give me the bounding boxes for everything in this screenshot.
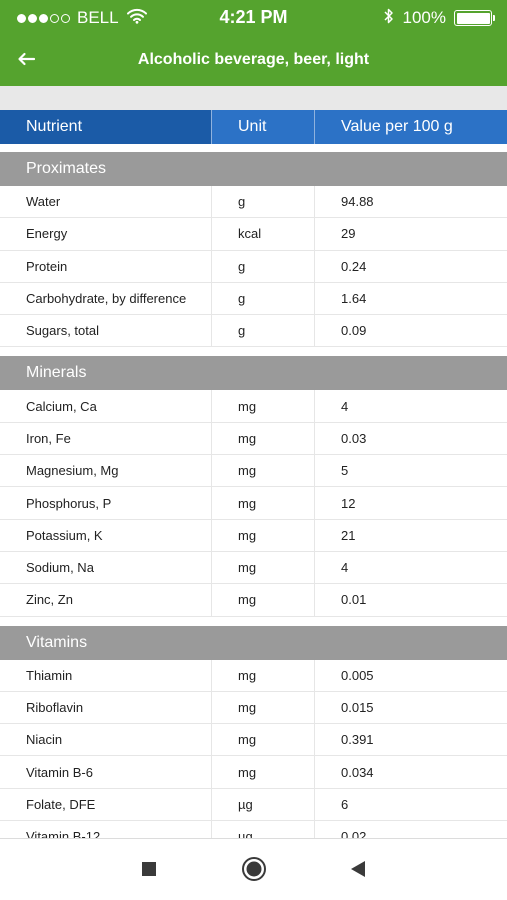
nutrient-unit: mg xyxy=(211,659,314,691)
battery-percent: 100% xyxy=(402,8,446,27)
table-row[interactable]: Phosphorus, P mg 12 xyxy=(0,487,507,520)
nutrient-value: 94.88 xyxy=(314,186,507,218)
table-header: Nutrient Unit Value per 100 g xyxy=(0,110,507,144)
nutrient-unit: g xyxy=(211,315,314,347)
section-divider xyxy=(0,616,507,626)
nutrient-name: Thiamin xyxy=(26,667,73,683)
nutrient-name: Vitamin B-12 xyxy=(26,829,101,838)
nutrient-value: 4 xyxy=(314,390,507,422)
nutrient-name: Potassium, K xyxy=(26,527,103,543)
battery-icon xyxy=(454,10,495,26)
nutrient-unit: mg xyxy=(211,422,314,455)
page-title: Alcoholic beverage, beer, light xyxy=(137,51,370,68)
back-arrow-icon xyxy=(17,52,36,71)
nutrient-value: 0.09 xyxy=(314,315,507,347)
table-row[interactable]: Protein g 0.24 xyxy=(0,250,507,283)
bluetooth-icon xyxy=(383,7,395,30)
nutrient-unit: µg xyxy=(211,821,314,838)
table-row[interactable]: Calcium, Ca mg 4 xyxy=(0,390,507,423)
status-bar: BELL 4:21 PM 100% xyxy=(0,0,507,36)
navigation-bar xyxy=(0,838,507,900)
nutrient-name: Iron, Fe xyxy=(26,430,71,446)
table-row[interactable]: Vitamin B-12 µg 0.02 xyxy=(0,821,507,838)
table-row[interactable]: Energy kcal 29 xyxy=(0,218,507,251)
nutrient-unit: mg xyxy=(211,691,314,724)
nutrient-value: 0.005 xyxy=(314,659,507,691)
table-row[interactable]: Sodium, Na mg 4 xyxy=(0,551,507,585)
nutrient-name: Protein xyxy=(26,258,68,274)
nutrient-unit: mg xyxy=(211,519,314,551)
table-row[interactable]: Carbohydrate, by difference g 1.64 xyxy=(0,282,507,316)
nutrient-unit: mg xyxy=(211,724,314,756)
table-row[interactable]: Iron, Fe mg 0.03 xyxy=(0,422,507,456)
nutrient-value: 0.02 xyxy=(314,821,507,838)
nutrient-value: 1.64 xyxy=(314,282,507,315)
table-row[interactable]: Niacin mg 0.391 xyxy=(0,724,507,757)
table-row[interactable]: Potassium, K mg 21 xyxy=(0,519,507,552)
column-header-unit[interactable]: Unit xyxy=(211,110,314,144)
triangle-back-icon xyxy=(350,860,366,883)
home-button[interactable] xyxy=(238,855,270,887)
nutrient-name: Sugars, total xyxy=(26,323,99,339)
nutrient-unit: g xyxy=(211,250,314,282)
column-header-value[interactable]: Value per 100 g xyxy=(314,110,507,144)
nutrient-name: Phosphorus, P xyxy=(26,495,112,511)
nutrient-unit: g xyxy=(211,282,314,315)
nutrient-value: 6 xyxy=(314,788,507,821)
nutrient-name: Water xyxy=(26,194,61,210)
nutrient-name: Magnesium, Mg xyxy=(26,463,119,479)
header-spacer xyxy=(0,86,507,110)
nutrient-unit: mg xyxy=(211,390,314,422)
nutrient-value: 5 xyxy=(314,455,507,487)
nutrient-value: 0.015 xyxy=(314,691,507,724)
status-right: 100% xyxy=(383,7,495,30)
back-button[interactable] xyxy=(10,46,42,76)
nutrient-value: 0.034 xyxy=(314,756,507,788)
nutrient-value: 0.03 xyxy=(314,422,507,455)
nutrient-name: Carbohydrate, by difference xyxy=(26,291,187,307)
column-header-nutrient[interactable]: Nutrient xyxy=(0,110,211,144)
nutrient-unit: mg xyxy=(211,455,314,487)
section-header-vitamins: Vitamins xyxy=(0,625,507,660)
table-row[interactable]: Thiamin mg 0.005 xyxy=(0,659,507,692)
nutrient-unit: kcal xyxy=(211,218,314,250)
square-recents-icon xyxy=(141,861,157,882)
table-row[interactable]: Riboflavin mg 0.015 xyxy=(0,691,507,725)
nutrient-value: 0.391 xyxy=(314,724,507,756)
nutrient-value: 0.01 xyxy=(314,584,507,616)
nutrient-unit: mg xyxy=(211,487,314,519)
nutrient-name: Zinc, Zn xyxy=(26,592,73,608)
table-row[interactable]: Folate, DFE µg 6 xyxy=(0,788,507,822)
nutrient-name: Sodium, Na xyxy=(26,560,94,576)
nutrient-value: 12 xyxy=(314,487,507,519)
nutrient-name: Riboflavin xyxy=(26,700,84,715)
nav-back-button[interactable] xyxy=(342,855,374,887)
nutrient-name: Energy xyxy=(26,226,68,242)
nutrient-unit: mg xyxy=(211,756,314,788)
table-row[interactable]: Magnesium, Mg mg 5 xyxy=(0,455,507,488)
nutrient-unit: mg xyxy=(211,551,314,584)
app-bar: Alcoholic beverage, beer, light xyxy=(0,36,507,86)
section-divider xyxy=(0,347,507,357)
nutrient-table[interactable]: Proximates Water g 94.88 Energy kcal 29 … xyxy=(0,152,507,838)
table-row[interactable]: Vitamin B-6 mg 0.034 xyxy=(0,756,507,789)
nutrient-unit: g xyxy=(211,186,314,218)
nutrient-unit: µg xyxy=(211,788,314,821)
nutrient-value: 0.24 xyxy=(314,250,507,282)
nutrient-name: Calcium, Ca xyxy=(26,398,97,414)
recents-button[interactable] xyxy=(133,855,165,887)
circle-home-icon xyxy=(241,856,267,887)
section-header-proximates: Proximates xyxy=(0,152,507,186)
nutrient-value: 21 xyxy=(314,519,507,551)
nutrient-unit: mg xyxy=(211,584,314,616)
section-header-minerals: Minerals xyxy=(0,356,507,391)
nutrient-value: 29 xyxy=(314,218,507,250)
nutrient-value: 4 xyxy=(314,551,507,584)
table-row[interactable]: Sugars, total g 0.09 xyxy=(0,315,507,348)
table-row[interactable]: Zinc, Zn mg 0.01 xyxy=(0,584,507,617)
nutrient-name: Vitamin B-6 xyxy=(26,764,93,780)
table-row[interactable]: Water g 94.88 xyxy=(0,186,507,219)
nutrient-name: Folate, DFE xyxy=(26,796,96,812)
nutrient-name: Niacin xyxy=(26,732,63,748)
